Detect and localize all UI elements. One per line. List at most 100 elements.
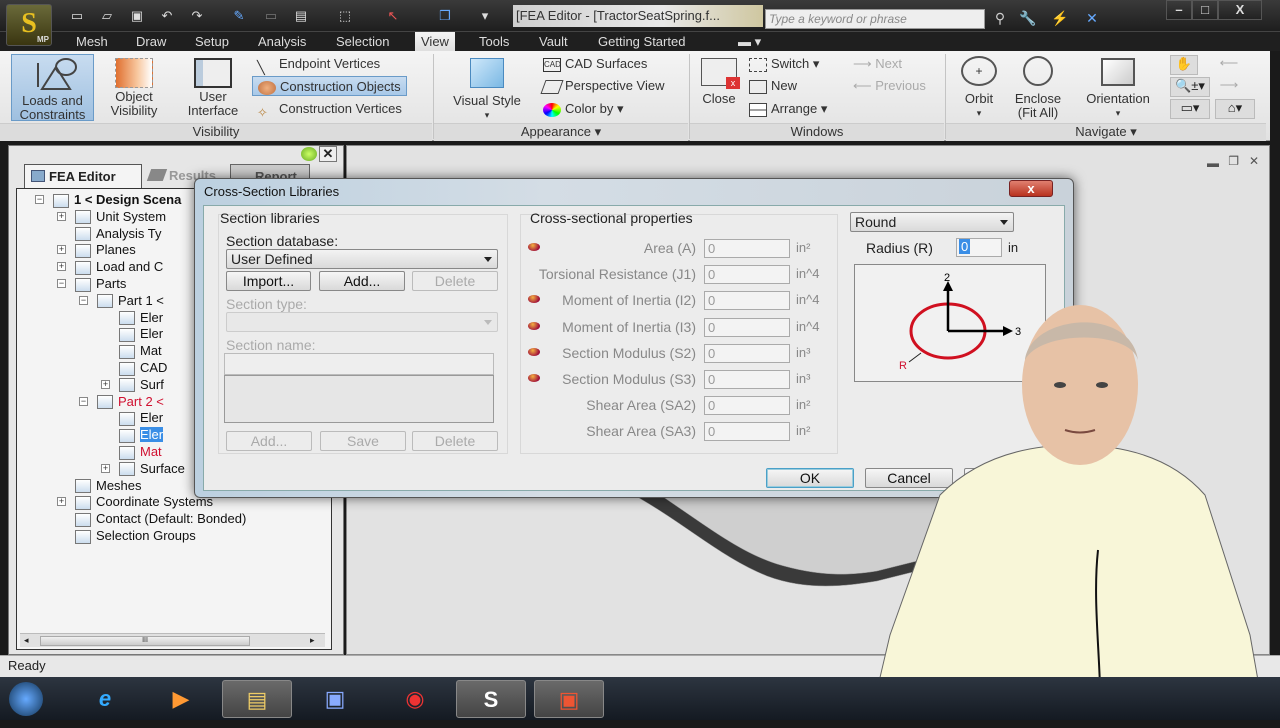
object-visibility-button[interactable]: Object Visibility [104, 54, 164, 118]
tree-item[interactable]: Surface [119, 460, 185, 477]
view-back-icon[interactable]: ⟵ [1215, 55, 1243, 75]
delete-database-button[interactable]: Delete [412, 271, 498, 291]
cad-surfaces-button[interactable]: CAD CAD Surfaces [543, 54, 647, 74]
exchange-icon[interactable]: ✕ [1082, 10, 1102, 28]
tree-item[interactable]: Eler [119, 426, 164, 443]
import-button[interactable]: Import... [226, 271, 311, 291]
tab-view[interactable]: View [415, 32, 455, 52]
new-window-button[interactable]: New [749, 76, 797, 96]
construction-objects-button[interactable]: Construction Objects [252, 76, 407, 96]
satellite-icon[interactable]: ⚡ [1050, 10, 1070, 28]
endpoint-vertices-button[interactable]: ╲ Endpoint Vertices [257, 54, 380, 75]
expand-icon[interactable]: + [57, 262, 66, 272]
scrollbar-thumb[interactable]: III [40, 636, 250, 646]
tree-item[interactable]: Contact (Default: Bonded) [75, 510, 246, 527]
tree-item[interactable]: Mat [119, 443, 162, 460]
color-by-button[interactable]: Color by ▾ [543, 99, 624, 119]
tree-item[interactable]: Part 2 < [97, 393, 164, 410]
powerpoint-icon[interactable]: ▣ [534, 680, 604, 718]
tree-item[interactable]: Meshes [75, 477, 142, 494]
viewport-close-icon[interactable]: ✕ [1249, 154, 1259, 168]
section-name-list[interactable] [224, 375, 494, 423]
collapse-icon[interactable]: − [57, 279, 66, 288]
property-value-field[interactable]: 0 [704, 239, 790, 258]
tab-analysis[interactable]: Analysis [252, 32, 312, 52]
scroll-left-icon[interactable]: ◂ [24, 635, 29, 646]
tab-fea-editor[interactable]: FEA Editor [24, 164, 142, 188]
tree-item[interactable]: Parts [75, 275, 126, 292]
section-name-input[interactable] [224, 353, 494, 375]
tree-item[interactable]: Planes [75, 241, 136, 258]
section-database-select[interactable]: User Defined [226, 249, 498, 269]
tab-getting-started[interactable]: Getting Started [592, 32, 691, 52]
tree-item[interactable]: CAD [119, 359, 167, 376]
tab-mesh[interactable]: Mesh [70, 32, 114, 52]
minimize-button[interactable]: – [1166, 0, 1192, 20]
application-menu-button[interactable]: S MP [6, 4, 52, 46]
start-button[interactable] [2, 680, 50, 718]
view-forward-icon[interactable]: ⟶ [1215, 77, 1243, 97]
property-value-field[interactable]: 0 [704, 291, 790, 311]
open-icon[interactable]: ▱ [98, 8, 116, 24]
table-icon[interactable]: ▤ [292, 8, 310, 24]
pointer-icon[interactable]: ↖ [384, 8, 402, 24]
property-value-field[interactable]: 0 [704, 396, 790, 416]
appearance-group-label[interactable]: Appearance ▾ [434, 123, 688, 141]
tree-item[interactable]: Eler [119, 409, 163, 426]
home-view-icon[interactable]: ⌂▾ [1215, 99, 1255, 119]
tree-item[interactable]: Surf [119, 376, 164, 393]
collapse-icon[interactable]: − [79, 396, 88, 406]
tree-horizontal-scrollbar[interactable]: ◂ III ▸ [20, 633, 325, 647]
perspective-view-button[interactable]: Perspective View [540, 76, 664, 96]
switch-window-button[interactable]: Switch ▾ [749, 54, 819, 74]
collapse-icon[interactable]: − [35, 195, 44, 204]
tab-selection[interactable]: Selection [330, 32, 395, 52]
tree-item[interactable]: Mat [119, 342, 162, 359]
ribbon-options-icon[interactable]: ▬ ▾ [732, 32, 767, 52]
tree-item[interactable]: Selection Groups [75, 527, 196, 544]
view-cube-icon[interactable]: ❒ [436, 8, 454, 24]
zoom-icon[interactable]: 🔍±▾ [1170, 77, 1210, 97]
scroll-right-icon[interactable]: ▸ [310, 635, 315, 646]
expand-icon[interactable]: + [57, 497, 66, 507]
expand-icon[interactable]: + [57, 211, 66, 221]
orientation-button[interactable]: Orientation ▾ [1078, 54, 1158, 120]
expand-icon[interactable]: + [101, 463, 110, 473]
redo-icon[interactable]: ↷ [188, 8, 206, 24]
previous-window-button[interactable]: ⟵ Previous [853, 76, 926, 96]
tree-item[interactable]: Coordinate Systems [75, 493, 213, 510]
window-zoom-icon[interactable]: ▭▾ [1170, 99, 1210, 119]
wrench-icon[interactable]: 🔧 [1018, 10, 1038, 28]
shape-type-select[interactable]: Round [850, 212, 1014, 232]
select-box-icon[interactable]: ⬚ [336, 8, 354, 24]
edit-icon[interactable]: ✎ [230, 8, 248, 24]
property-value-field[interactable]: 0 [704, 317, 790, 337]
save-section-button[interactable]: Save [320, 431, 406, 451]
next-window-button[interactable]: ⟶ Next [853, 54, 902, 74]
panel-close-icon[interactable]: ✕ [319, 146, 337, 162]
viewport-restore-icon[interactable]: ❐ [1228, 154, 1239, 168]
tab-setup[interactable]: Setup [189, 32, 235, 52]
simulation-app-icon[interactable]: S [456, 680, 526, 718]
pin-icon[interactable] [301, 147, 317, 161]
tab-vault[interactable]: Vault [533, 32, 574, 52]
internet-explorer-icon[interactable]: e [70, 680, 140, 718]
new-icon[interactable]: ▭ [68, 8, 86, 24]
delete-section-button[interactable]: Delete [412, 431, 498, 451]
radius-input[interactable]: 0 [956, 238, 1002, 257]
arrange-windows-button[interactable]: Arrange ▾ [749, 99, 827, 119]
expand-icon[interactable]: + [101, 379, 110, 389]
tree-item[interactable]: Load and C [75, 258, 163, 275]
close-window-button[interactable]: x Close [698, 54, 740, 106]
expand-icon[interactable]: + [57, 245, 66, 255]
enclose-fit-all-button[interactable]: Enclose (Fit All) [1010, 54, 1066, 120]
tab-tools[interactable]: Tools [473, 32, 515, 52]
property-value-field[interactable]: 0 [704, 422, 790, 442]
property-value-field[interactable]: 0 [704, 265, 790, 285]
add-section-button[interactable]: Add... [226, 431, 312, 451]
network-computer-icon[interactable]: ▣ [300, 680, 370, 718]
tree-item[interactable]: Part 1 < [97, 292, 164, 309]
dialog-close-button[interactable]: x [1009, 180, 1053, 197]
close-button[interactable]: X [1218, 0, 1262, 20]
media-player-icon[interactable]: ▶ [146, 680, 216, 718]
